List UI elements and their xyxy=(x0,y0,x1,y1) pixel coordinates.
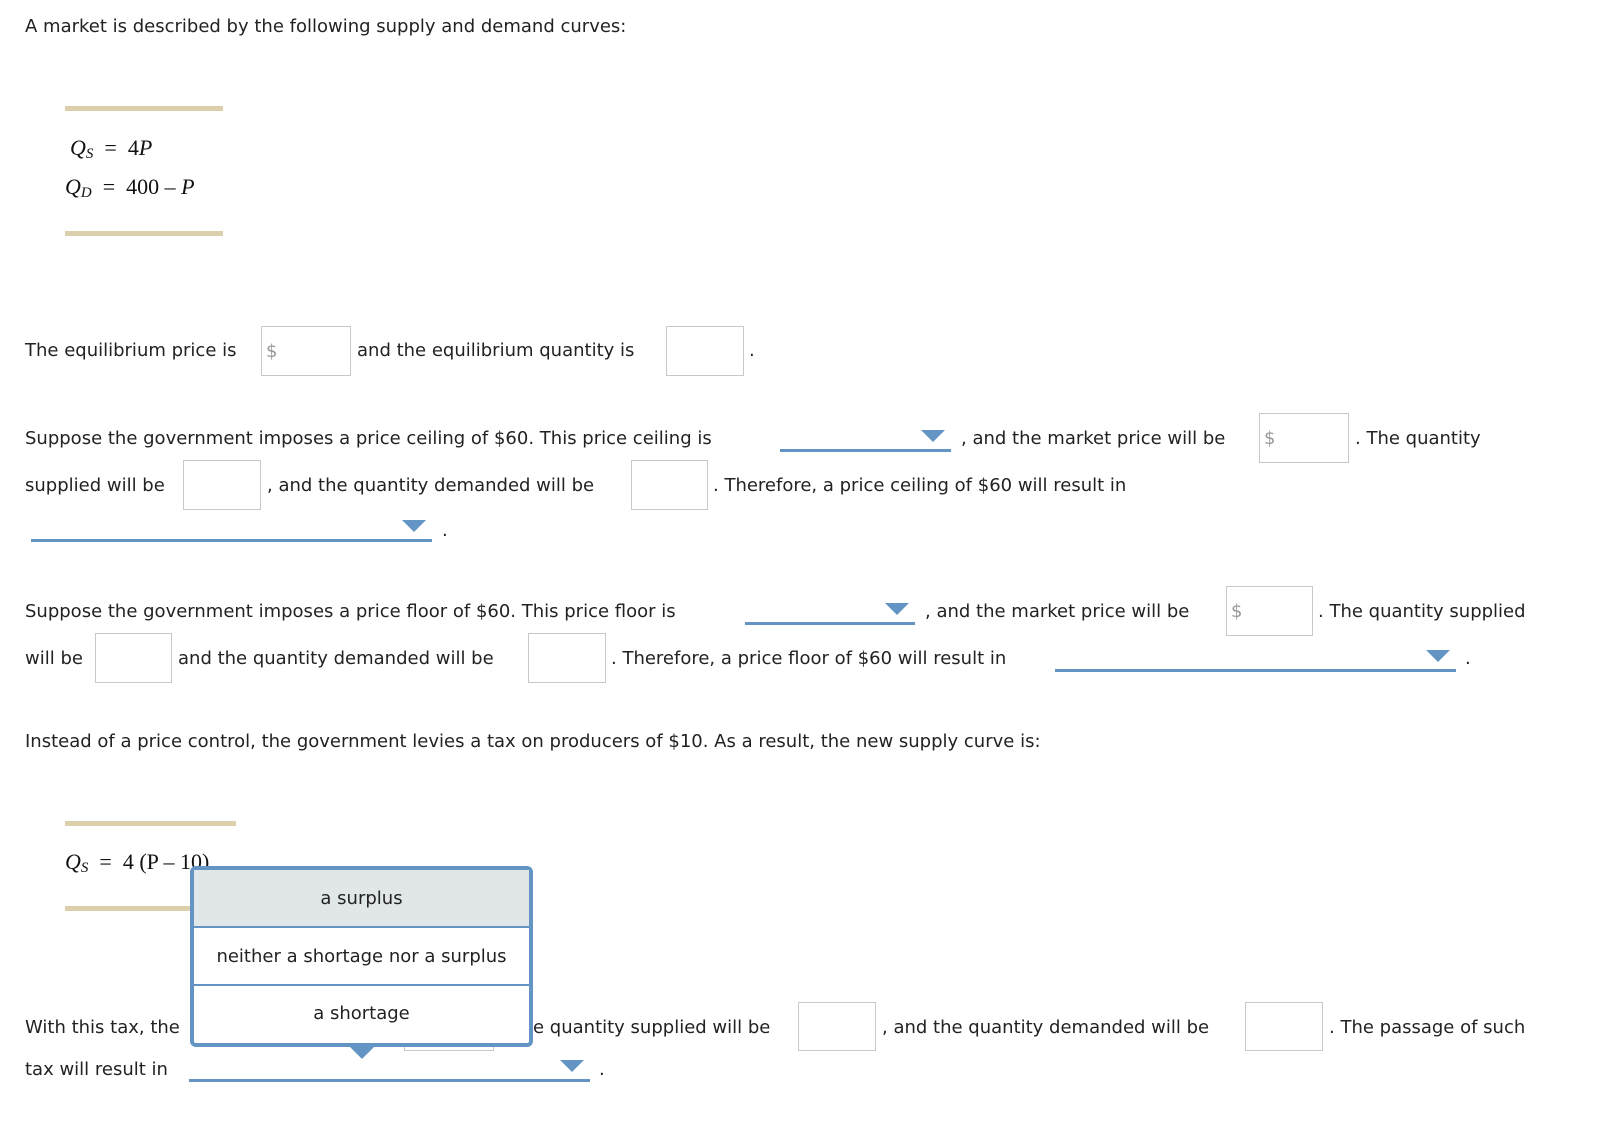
floor-market-price-input[interactable]: $ xyxy=(1226,586,1313,636)
tax-text-1: With this tax, the xyxy=(25,1017,180,1038)
qd-subscript: D xyxy=(80,185,92,201)
qs-coef: 4 xyxy=(127,135,139,160)
dollar-sign: $ xyxy=(1264,428,1276,449)
qs-var: P xyxy=(138,135,153,160)
supply-equation: QS = 4P xyxy=(70,135,152,167)
floor-result-dropdown[interactable] xyxy=(1055,650,1456,672)
ceiling-text-2: , and the market price will be xyxy=(961,428,1226,449)
equals: = xyxy=(102,174,116,199)
dropdown-arrow-icon xyxy=(402,520,426,532)
intro-text: A market is described by the following s… xyxy=(25,16,627,37)
period: . xyxy=(749,340,755,361)
qs-subscript: S xyxy=(80,860,89,876)
tax-intro: Instead of a price control, the governme… xyxy=(25,731,1041,752)
equilibrium-price-input[interactable]: $ xyxy=(261,326,351,376)
ceiling-result-dropdown[interactable] xyxy=(31,520,432,542)
tax-supply-equation: QS = 4 (P – 10) xyxy=(65,849,209,881)
dropdown-arrow-icon xyxy=(1426,650,1450,662)
floor-text-5: and the quantity demanded will be xyxy=(178,648,494,669)
tax-text-5: tax will result in xyxy=(25,1059,168,1080)
dollar-sign: $ xyxy=(266,341,278,362)
tax-rule-top xyxy=(65,821,236,826)
floor-binding-dropdown[interactable] xyxy=(745,603,915,625)
equilibrium-quantity-input[interactable] xyxy=(666,326,744,376)
ceiling-text-3: . The quantity xyxy=(1355,428,1481,449)
tax-text-4: . The passage of such xyxy=(1329,1017,1526,1038)
equation-rule-bottom xyxy=(65,231,223,236)
tax-quantity-demanded-input[interactable] xyxy=(1245,1002,1323,1051)
period: . xyxy=(599,1059,605,1080)
qd-var: P xyxy=(181,174,195,199)
qs-subscript: S xyxy=(85,146,94,162)
floor-quantity-demanded-input[interactable] xyxy=(528,633,606,683)
dollar-sign: $ xyxy=(1231,601,1243,622)
option-a-shortage[interactable]: a shortage xyxy=(194,986,529,1041)
ceiling-text-1: Suppose the government imposes a price c… xyxy=(25,428,712,449)
equilibrium-text-1: The equilibrium price is xyxy=(25,340,237,361)
qs-symbol: Q xyxy=(65,849,81,874)
qd-symbol: Q xyxy=(65,174,81,199)
popup-pointer-icon xyxy=(349,1046,375,1059)
tax-text-3: , and the quantity demanded will be xyxy=(882,1017,1210,1038)
ceiling-text-6: . Therefore, a price ceiling of $60 will… xyxy=(713,475,1127,496)
floor-text-2: , and the market price will be xyxy=(925,601,1190,622)
equilibrium-text-2: and the equilibrium quantity is xyxy=(357,340,635,361)
floor-text-4: will be xyxy=(25,648,83,669)
ceiling-market-price-input[interactable]: $ xyxy=(1259,413,1349,463)
tax-quantity-supplied-input[interactable] xyxy=(798,1002,876,1051)
period: . xyxy=(1465,648,1471,669)
option-a-surplus[interactable]: a surplus xyxy=(194,870,529,928)
equals: = xyxy=(104,135,117,160)
option-neither[interactable]: neither a shortage nor a surplus xyxy=(194,928,529,986)
ceiling-quantity-demanded-input[interactable] xyxy=(631,460,708,510)
tax-result-dropdown[interactable] xyxy=(189,1060,590,1082)
ceiling-quantity-supplied-input[interactable] xyxy=(183,460,261,510)
floor-text-6: . Therefore, a price floor of $60 will r… xyxy=(611,648,1007,669)
dropdown-options-popup: a surplus neither a shortage nor a surpl… xyxy=(190,866,533,1047)
floor-text-1: Suppose the government imposes a price f… xyxy=(25,601,676,622)
floor-quantity-supplied-input[interactable] xyxy=(95,633,172,683)
ceiling-text-5: , and the quantity demanded will be xyxy=(267,475,595,496)
demand-equation: QD = 400 – P xyxy=(65,174,195,206)
dropdown-arrow-icon xyxy=(921,430,945,442)
ceiling-binding-dropdown[interactable] xyxy=(780,430,951,452)
dropdown-arrow-icon xyxy=(885,603,909,615)
floor-text-3: . The quantity supplied xyxy=(1318,601,1526,622)
dropdown-arrow-icon xyxy=(560,1060,584,1072)
equals: = xyxy=(99,849,112,874)
period: . xyxy=(442,520,448,541)
qs-symbol: Q xyxy=(70,135,86,160)
qd-const: 400 – xyxy=(126,174,182,199)
equation-rule-top xyxy=(65,106,223,111)
tax-text-2: e quantity supplied will be xyxy=(533,1017,771,1038)
ceiling-text-4: supplied will be xyxy=(25,475,165,496)
